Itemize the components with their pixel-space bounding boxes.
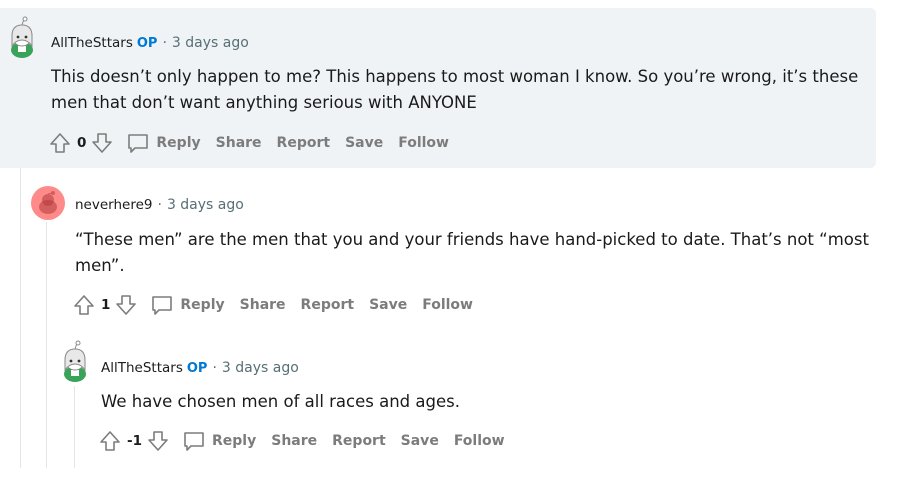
reply-button[interactable]: Reply (156, 135, 200, 151)
comment-meta: AllTheSttars OP · 3 days ago (51, 34, 249, 53)
comment-body: This doesn’t only happen to me? This hap… (51, 67, 859, 112)
author-name[interactable]: AllTheSttars (51, 35, 133, 51)
save-button[interactable]: Save (401, 433, 439, 449)
comment-body: “These men” are the men that you and you… (75, 230, 869, 275)
vote-count: 0 (77, 135, 87, 151)
follow-button[interactable]: Follow (454, 433, 505, 449)
op-badge: OP (186, 361, 208, 376)
reply-button[interactable]: Reply (180, 297, 224, 313)
report-button[interactable]: Report (332, 433, 386, 449)
vote-count: -1 (127, 433, 142, 449)
timestamp[interactable]: 3 days ago (167, 197, 244, 213)
comment-actions: -1 Reply Share Report Save Follow (98, 428, 505, 454)
meta-separator: · (212, 360, 217, 376)
upvote-icon[interactable] (48, 131, 72, 155)
user-avatar-icon[interactable] (57, 340, 93, 382)
save-button[interactable]: Save (345, 135, 383, 151)
thread-line[interactable] (74, 386, 75, 468)
comment-meta: AllTheSttars OP · 3 days ago (101, 359, 299, 378)
timestamp[interactable]: 3 days ago (222, 360, 299, 376)
comment-meta: neverhere9 · 3 days ago (75, 196, 244, 214)
vote-count: 1 (101, 297, 111, 313)
comment-body: We have chosen men of all races and ages… (101, 392, 460, 411)
timestamp[interactable]: 3 days ago (172, 35, 249, 51)
author-name[interactable]: neverhere9 (75, 197, 152, 213)
follow-button[interactable]: Follow (422, 297, 473, 313)
snoo-avatar-icon[interactable] (31, 186, 65, 220)
share-button[interactable]: Share (271, 433, 317, 449)
author-name[interactable]: AllTheSttars (101, 360, 183, 376)
report-button[interactable]: Report (277, 135, 331, 151)
comment-bubble-icon[interactable] (126, 131, 150, 155)
op-badge: OP (136, 36, 158, 51)
downvote-icon[interactable] (90, 131, 114, 155)
upvote-icon[interactable] (72, 293, 96, 317)
meta-separator: · (162, 35, 167, 51)
share-button[interactable]: Share (240, 297, 286, 313)
thread-line[interactable] (20, 168, 21, 468)
downvote-icon[interactable] (146, 429, 170, 453)
comment-actions: 1 Reply Share Report Save Follow (72, 292, 473, 318)
downvote-icon[interactable] (114, 293, 138, 317)
comment-bubble-icon[interactable] (182, 429, 206, 453)
reply-button[interactable]: Reply (212, 433, 256, 449)
thread-line[interactable] (46, 222, 47, 468)
comment-bubble-icon[interactable] (150, 293, 174, 317)
user-avatar-icon[interactable] (4, 16, 40, 58)
upvote-icon[interactable] (98, 429, 122, 453)
follow-button[interactable]: Follow (398, 135, 449, 151)
save-button[interactable]: Save (369, 297, 407, 313)
meta-separator: · (157, 197, 162, 213)
report-button[interactable]: Report (301, 297, 355, 313)
comment-actions: 0 Reply Share Report Save Follow (48, 130, 449, 156)
share-button[interactable]: Share (216, 135, 262, 151)
